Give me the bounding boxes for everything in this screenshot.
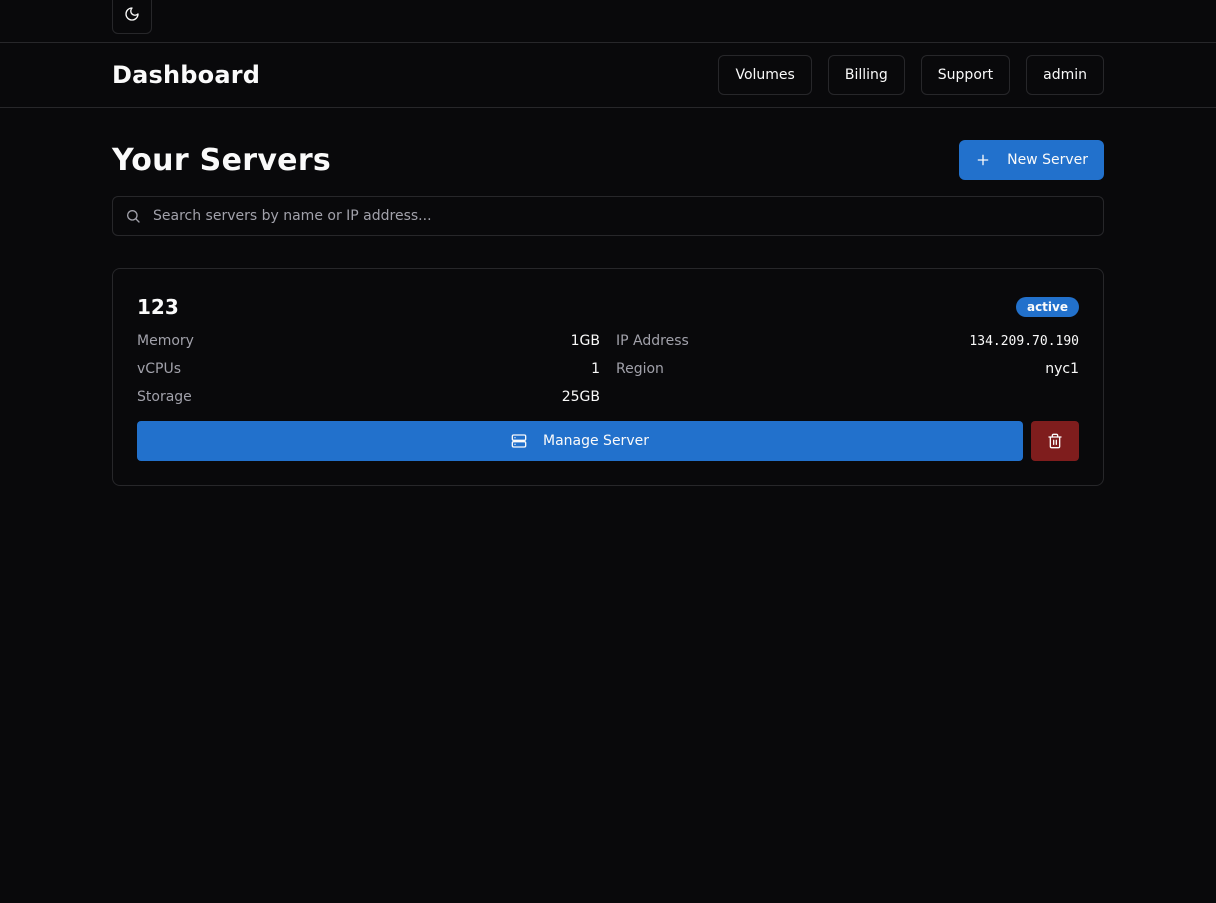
plus-icon [975, 152, 991, 168]
spec-label: vCPUs [137, 361, 182, 377]
search-box [112, 196, 1104, 236]
spec-row-storage: Storage 25GB [137, 383, 600, 411]
top-bar [0, 0, 1216, 43]
main-content: Your Servers New Server 123 active [0, 108, 1216, 486]
spec-label: Region [616, 361, 664, 377]
spec-row-region: Region nyc1 [616, 355, 1079, 383]
ip-address-value: 134.209.70.190 [969, 333, 1079, 349]
spec-row-ip-address: IP Address 134.209.70.190 [616, 327, 1079, 355]
page-title: Your Servers [112, 142, 332, 178]
new-server-button[interactable]: New Server [959, 140, 1104, 180]
specs-right-column: IP Address 134.209.70.190 Region nyc1 [616, 327, 1079, 411]
spec-label: Storage [137, 389, 192, 405]
status-badge: active [1015, 297, 1079, 317]
server-card-header: 123 active [137, 293, 1079, 321]
title-row: Your Servers New Server [112, 140, 1104, 180]
search-icon [125, 208, 141, 224]
manage-server-button[interactable]: Manage Server [137, 421, 1023, 461]
spec-value: 1 [591, 361, 600, 377]
search-input[interactable] [153, 208, 1091, 224]
spec-label: IP Address [616, 333, 689, 349]
brand-title: Dashboard [112, 61, 261, 89]
spec-value: nyc1 [1045, 361, 1079, 377]
server-specs: Memory 1GB vCPUs 1 Storage 25GB IP Addre… [137, 327, 1079, 411]
specs-left-column: Memory 1GB vCPUs 1 Storage 25GB [137, 327, 600, 411]
spec-value: 25GB [561, 389, 600, 405]
server-card: 123 active Memory 1GB vCPUs 1 Storage 25… [112, 268, 1104, 486]
spec-row-vcpus: vCPUs 1 [137, 355, 600, 383]
spec-value: 1GB [570, 333, 600, 349]
delete-server-button[interactable] [1031, 421, 1079, 461]
spec-row-memory: Memory 1GB [137, 327, 600, 355]
user-menu-button[interactable]: admin [1026, 55, 1104, 95]
nav-volumes-button[interactable]: Volumes [718, 55, 812, 95]
nav-support-button[interactable]: Support [920, 55, 1011, 95]
manage-server-label: Manage Server [543, 433, 649, 449]
trash-icon [1047, 433, 1063, 449]
theme-toggle-button[interactable] [112, 0, 152, 34]
nav-billing-button[interactable]: Billing [827, 55, 905, 95]
server-actions: Manage Server [137, 421, 1079, 461]
server-icon [511, 433, 527, 449]
spec-label: Memory [137, 333, 194, 349]
moon-icon [124, 6, 140, 22]
server-name: 123 [137, 295, 179, 319]
header: Dashboard Volumes Billing Support admin [0, 43, 1216, 108]
main-nav: Volumes Billing Support admin [718, 55, 1104, 95]
new-server-label: New Server [1007, 152, 1088, 168]
